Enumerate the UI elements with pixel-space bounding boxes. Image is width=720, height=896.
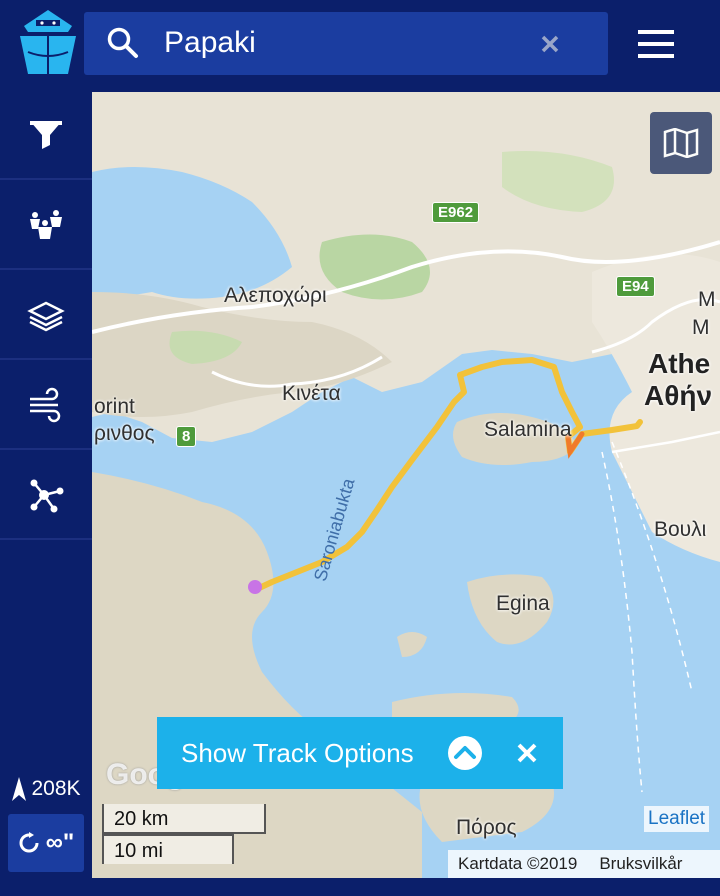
map-attribution: Kartdata ©2019 Bruksvilkår xyxy=(448,850,720,878)
map-type-button[interactable] xyxy=(650,112,712,174)
map-label-vouliagmeni: Βουλι xyxy=(654,518,707,541)
wind-icon xyxy=(30,387,61,423)
scale-bar: 20 km 10 mi xyxy=(102,804,266,864)
map-label-korinth: orint xyxy=(94,395,135,418)
replay-icon xyxy=(19,832,39,853)
vessel-count-value: 208K xyxy=(31,777,81,800)
sidebar: 208K ∞" xyxy=(0,92,92,896)
track-start-marker[interactable] xyxy=(248,580,262,594)
map-data-attribution: Kartdata ©2019 xyxy=(458,854,578,873)
search-input[interactable]: Papaki xyxy=(164,24,256,62)
sidebar-item-layers[interactable] xyxy=(0,272,92,360)
map-view[interactable]: Αλεποχώρι Κινέτα orint ρινθος Salamina A… xyxy=(92,92,720,878)
map-label-korinthos: ρινθος xyxy=(94,422,155,445)
top-bar: Papaki xyxy=(0,0,720,92)
map-label-athens: Athe xyxy=(648,348,711,379)
app-root: Papaki 208K ∞" Αλεποχώρι Κινέτα orint ρι… xyxy=(0,0,720,896)
terms-link[interactable]: Bruksvilkår xyxy=(599,854,682,874)
chevron-up-icon[interactable] xyxy=(447,735,483,771)
road-shield-e962: E962 xyxy=(432,202,480,223)
ship-group-icon xyxy=(30,210,62,239)
map-icon xyxy=(663,128,699,158)
network-icon xyxy=(30,479,64,513)
map-label-kineta: Κινέτα xyxy=(282,382,341,405)
map-label-m2: Μ xyxy=(692,316,710,339)
ship-marker-icon xyxy=(12,777,27,801)
map-label-alepochori: Αλεποχώρι xyxy=(224,284,327,307)
sidebar-item-network[interactable] xyxy=(0,452,92,540)
leaflet-attribution-link[interactable]: Leaflet xyxy=(644,806,710,832)
search-icon xyxy=(107,27,138,58)
hamburger-menu-icon[interactable] xyxy=(630,22,682,66)
close-icon[interactable] xyxy=(515,741,539,765)
ship-logo-icon[interactable] xyxy=(12,8,84,80)
replay-speed-button[interactable]: ∞" xyxy=(8,814,84,872)
map-label-m1: M xyxy=(698,288,716,311)
search-bar[interactable]: Papaki xyxy=(84,12,608,75)
map-label-poros: Πόρος xyxy=(456,816,517,839)
bottom-strip xyxy=(0,878,720,896)
scale-mi: 10 mi xyxy=(102,834,234,864)
sidebar-item-wind[interactable] xyxy=(0,362,92,450)
track-options-panel[interactable]: Show Track Options xyxy=(157,717,563,789)
clear-search-icon[interactable] xyxy=(538,32,562,56)
track-options-label[interactable]: Show Track Options xyxy=(181,737,414,769)
road-shield-8: 8 xyxy=(176,426,197,447)
map-label-athens-greek: Αθήν xyxy=(644,380,713,411)
sidebar-item-fleets[interactable] xyxy=(0,182,92,270)
map-label-egina: Egina xyxy=(496,592,550,615)
road-shield-e94: E94 xyxy=(616,276,655,297)
layers-icon xyxy=(27,301,65,332)
filter-icon xyxy=(30,121,62,149)
map-label-salamina: Salamina xyxy=(484,418,572,441)
vessel-count: 208K xyxy=(0,772,92,806)
scale-km: 20 km xyxy=(102,804,266,834)
sidebar-item-filter[interactable] xyxy=(0,92,92,180)
replay-speed-label: ∞" xyxy=(45,829,75,856)
